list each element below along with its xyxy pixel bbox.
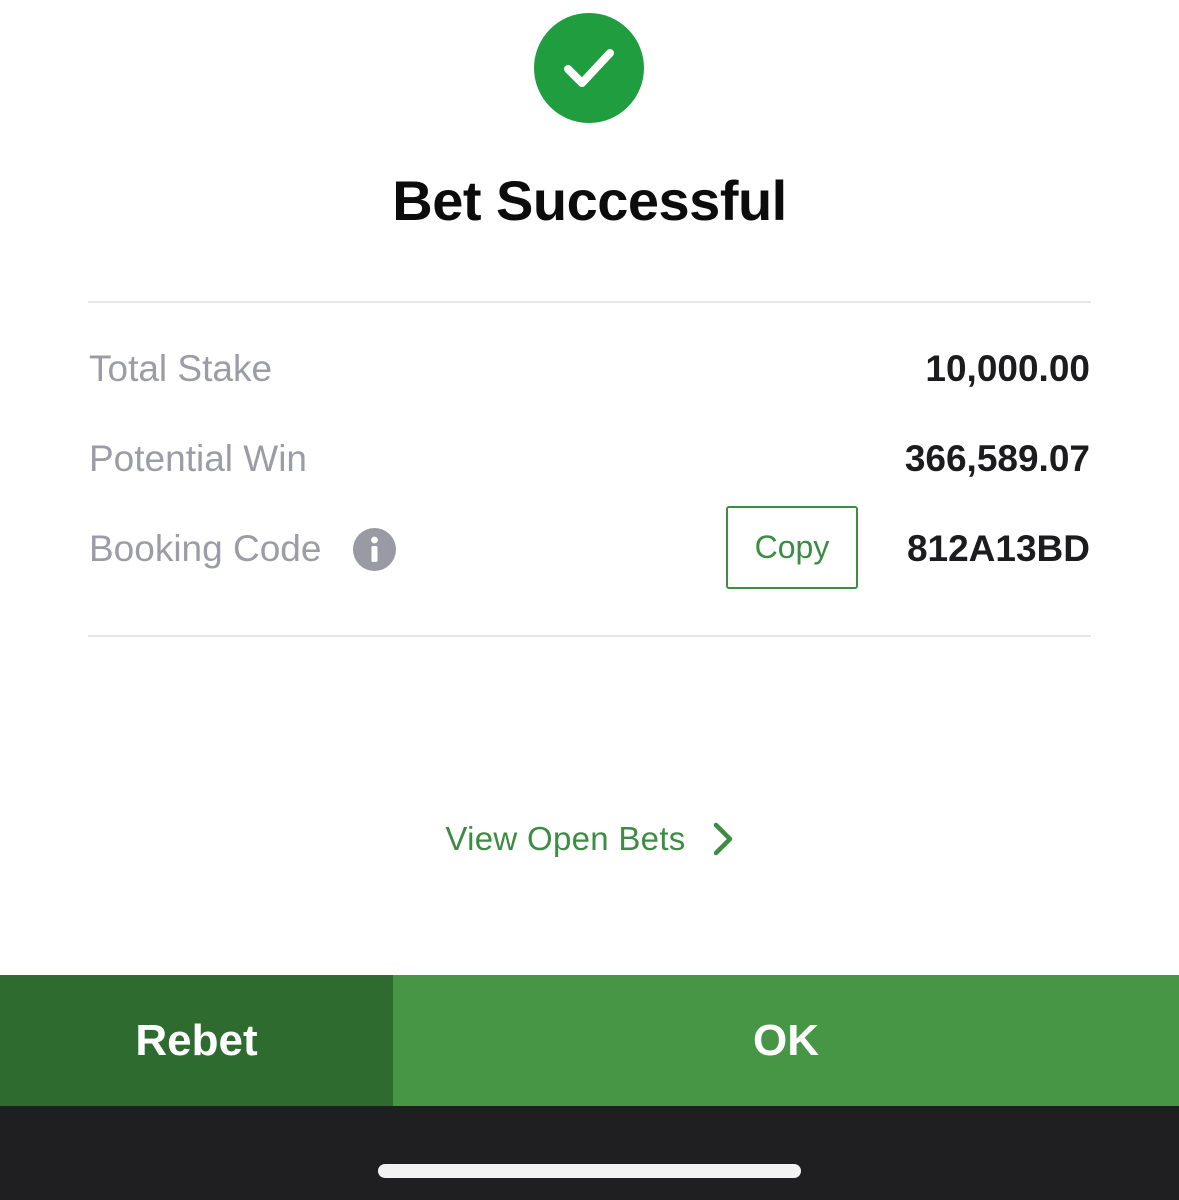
info-icon[interactable] (353, 528, 396, 571)
view-open-bets-label: View Open Bets (445, 820, 686, 857)
divider-top (88, 301, 1091, 303)
total-stake-value: 10,000.00 (925, 348, 1090, 389)
potential-win-value: 366,589.07 (904, 438, 1090, 479)
page-title: Bet Successful (392, 169, 787, 232)
home-indicator-area (0, 1106, 1179, 1200)
divider-bottom (88, 635, 1091, 637)
copy-button[interactable]: Copy (726, 506, 858, 589)
bet-confirmation-screen: Bet Successful Total Stake 10,000.00 Pot… (0, 0, 1179, 1200)
rebet-button[interactable]: Rebet (0, 975, 393, 1106)
total-stake-label: Total Stake (89, 348, 273, 389)
booking-code-value: 812A13BD (906, 528, 1090, 569)
potential-win-label: Potential Win (89, 438, 307, 479)
action-bar: Rebet OK (0, 975, 1179, 1106)
home-indicator[interactable] (378, 1164, 801, 1178)
checkmark-icon (534, 13, 644, 123)
booking-code-label: Booking Code (89, 528, 322, 569)
ok-button[interactable]: OK (393, 975, 1179, 1106)
view-open-bets-link[interactable]: View Open Bets (0, 820, 1179, 858)
chevron-right-icon (712, 822, 734, 856)
